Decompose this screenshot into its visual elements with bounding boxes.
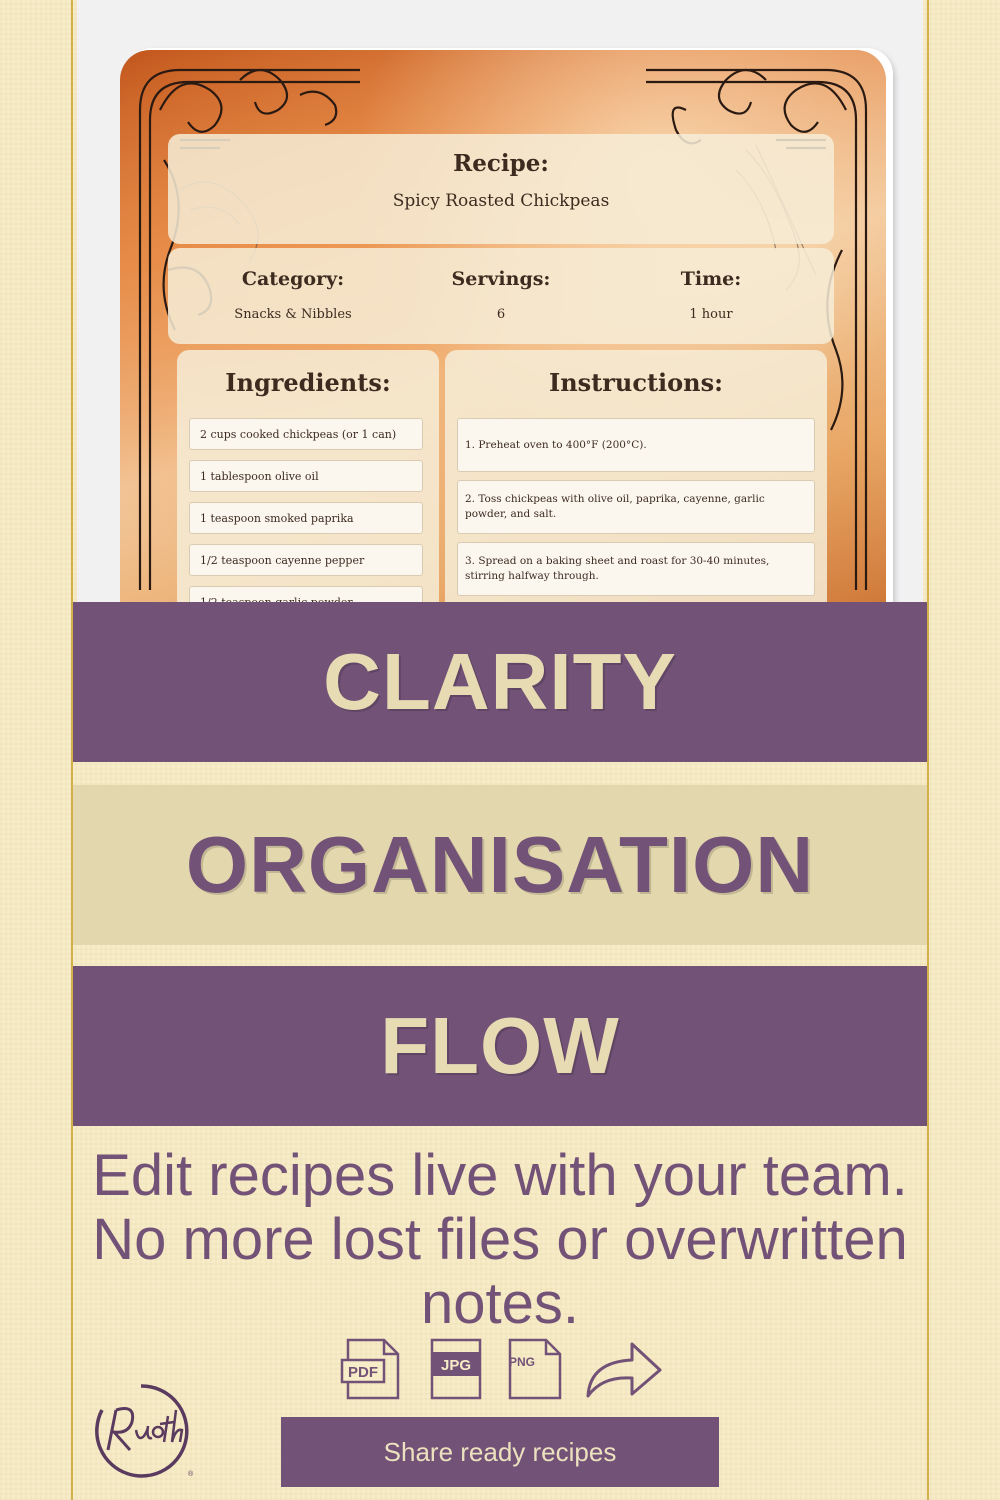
ingredient-item[interactable]: 1 teaspoon smoked paprika: [189, 502, 423, 534]
banner-clarity: CLARITY: [73, 602, 927, 762]
ingredient-item[interactable]: 1 tablespoon olive oil: [189, 460, 423, 492]
ingredient-item[interactable]: 2 cups cooked chickpeas (or 1 can): [189, 418, 423, 450]
recipe-card-preview: Recipe: Spicy Roasted Chickpeas Category…: [73, 0, 927, 602]
ingredient-item[interactable]: 1/2 teaspoon garlic powder: [189, 586, 423, 602]
servings-label: Servings:: [451, 268, 551, 290]
share-arrow-icon[interactable]: [584, 1338, 664, 1400]
recipe-label: Recipe:: [453, 150, 549, 177]
instruction-text: 3. Spread on a baking sheet and roast fo…: [465, 555, 770, 582]
category-label: Category:: [241, 268, 345, 290]
recipe-title-panel: Recipe: Spicy Roasted Chickpeas: [168, 134, 834, 244]
instructions-heading: Instructions:: [548, 368, 723, 397]
category-value[interactable]: Snacks & Nibbles: [188, 307, 398, 322]
instruction-item[interactable]: 1. Preheat oven to 400°F (200°C).: [457, 418, 815, 472]
banner-clarity-text: CLARITY: [323, 637, 677, 726]
time-value[interactable]: 1 hour: [606, 307, 816, 322]
recipe-card: Recipe: Spicy Roasted Chickpeas Category…: [120, 50, 886, 602]
svg-text:®: ®: [188, 1470, 194, 1478]
recipe-name[interactable]: Spicy Roasted Chickpeas: [168, 191, 834, 211]
time-label: Time:: [680, 268, 742, 290]
banner-flow-text: FLOW: [380, 1001, 620, 1090]
jpg-label: JPG: [441, 1357, 471, 1374]
banner-organisation-text: ORGANISATION: [185, 820, 815, 909]
banner-organisation: ORGANISATION: [73, 785, 927, 945]
instruction-text: 1. Preheat oven to 400°F (200°C).: [465, 438, 647, 451]
share-ready-recipes-button[interactable]: Share ready recipes: [281, 1417, 719, 1487]
pdf-file-icon[interactable]: PDF: [340, 1338, 402, 1400]
servings-value[interactable]: 6: [396, 307, 606, 322]
recipe-meta-panel: Category: Snacks & Nibbles Servings: 6 T…: [168, 248, 834, 344]
ingredients-panel: Ingredients: 2 cups cooked chickpeas (or…: [177, 350, 439, 602]
tagline: Edit recipes live with your team. No mor…: [92, 1143, 908, 1336]
right-gold-border: [927, 0, 929, 1500]
banner-flow: FLOW: [73, 966, 927, 1126]
instruction-item[interactable]: 2. Toss chickpeas with olive oil, paprik…: [457, 480, 815, 534]
servings-field: Servings: 6: [396, 268, 606, 322]
jpg-file-icon[interactable]: JPG: [428, 1338, 484, 1400]
category-field: Category: Snacks & Nibbles: [188, 268, 398, 322]
png-label: PNG: [509, 1355, 535, 1369]
instruction-item[interactable]: 3. Spread on a baking sheet and roast fo…: [457, 542, 815, 596]
time-field: Time: 1 hour: [606, 268, 816, 322]
pdf-label: PDF: [348, 1364, 378, 1381]
instruction-text: 2. Toss chickpeas with olive oil, paprik…: [465, 493, 765, 520]
ingredients-heading: Ingredients:: [225, 368, 391, 397]
ingredient-item[interactable]: 1/2 teaspoon cayenne pepper: [189, 544, 423, 576]
ruoth-logo: ®: [95, 1384, 194, 1478]
instructions-panel: Instructions: 1. Preheat oven to 400°F (…: [445, 350, 827, 602]
png-file-icon[interactable]: PNG: [504, 1338, 564, 1400]
